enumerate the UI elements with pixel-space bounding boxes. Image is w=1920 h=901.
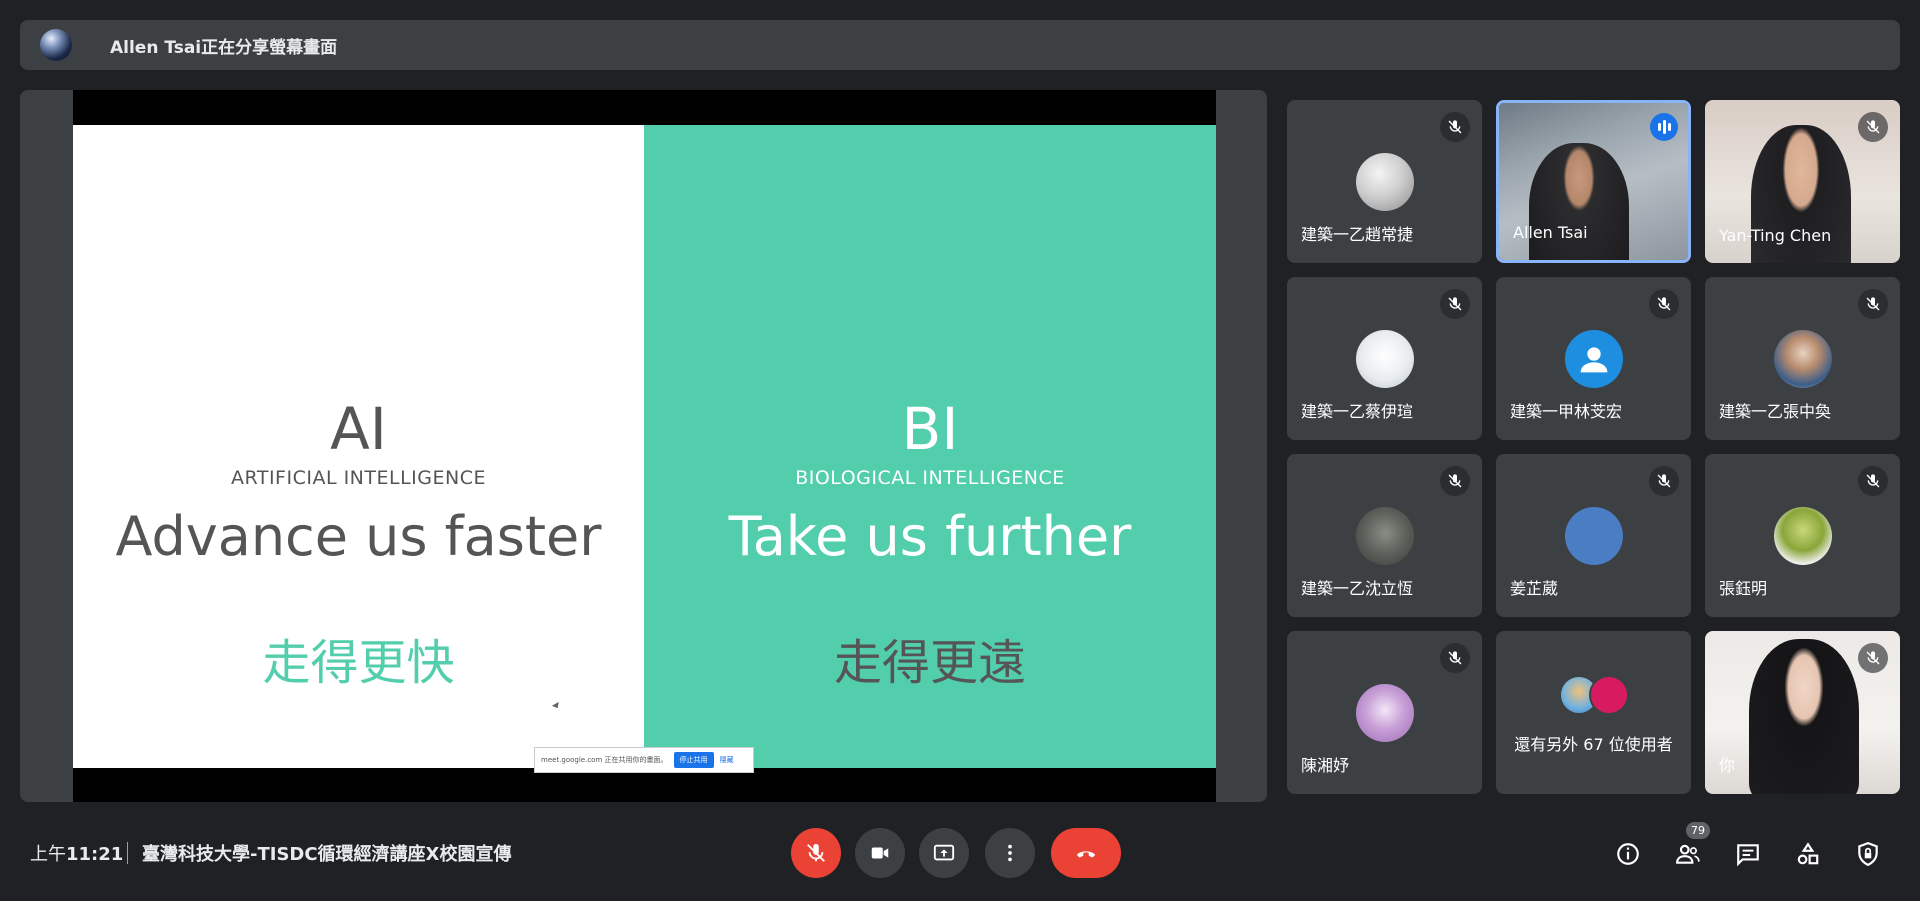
muted-mic-icon: [1858, 466, 1888, 496]
participant-name: 建築一乙張中奐: [1719, 402, 1832, 421]
camera-toggle-button[interactable]: [855, 828, 905, 878]
more-vert-icon: [1008, 844, 1012, 862]
people-button[interactable]: 79: [1666, 822, 1710, 876]
more-participants-tile[interactable]: 還有另外 67 位使用者: [1496, 631, 1691, 794]
participant-name: 建築一乙沈立恆: [1301, 579, 1414, 598]
participant-name: 你: [1719, 756, 1736, 775]
activities-icon: [1797, 842, 1819, 865]
muted-mic-icon: [1440, 643, 1470, 673]
ai-tagline: Advance us faster: [115, 505, 602, 568]
people-count-badge: 79: [1686, 822, 1710, 839]
participant-tile[interactable]: 建築一乙蔡伊瑄: [1287, 277, 1482, 440]
bi-subtitle: BIOLOGICAL INTELLIGENCE: [795, 467, 1065, 489]
people-icon: [1676, 844, 1700, 864]
meeting-details-button[interactable]: [1606, 832, 1650, 876]
slide-right-panel: BI BIOLOGICAL INTELLIGENCE Take us furth…: [644, 125, 1216, 768]
muted-mic-icon: [1858, 289, 1888, 319]
shield-lock-icon: [1858, 842, 1878, 867]
participant-name: 陳湘妤: [1301, 756, 1350, 775]
leave-call-button[interactable]: [1051, 828, 1121, 878]
chat-button[interactable]: [1726, 832, 1770, 876]
presenting-label: Allen Tsai正在分享螢幕畫面: [110, 37, 338, 58]
meeting-title: 臺灣科技大學-TISDC循環經濟講座X校園宣傳: [142, 844, 512, 865]
bi-tagline: Take us further: [728, 505, 1132, 568]
self-tile[interactable]: 你: [1705, 631, 1900, 794]
bottom-toolbar: 上午11:21 臺灣科技大學-TISDC循環經濟講座X校園宣傳 79: [0, 812, 1920, 901]
participant-avatar: [1355, 329, 1414, 388]
ai-title: AI: [330, 395, 387, 463]
mic-off-icon: [807, 843, 825, 862]
participant-avatar: [1355, 152, 1414, 211]
participant-tile[interactable]: 建築一乙張中奐: [1705, 277, 1900, 440]
participant-tile[interactable]: 建築一乙沈立恆: [1287, 454, 1482, 617]
participant-tile[interactable]: Yan-Ting Chen: [1705, 100, 1900, 263]
participant-name: 建築一乙趙常捷: [1301, 225, 1414, 244]
present-screen-button[interactable]: [919, 828, 969, 878]
participant-avatar: [1355, 506, 1414, 565]
more-options-button[interactable]: [985, 828, 1035, 878]
participant-avatar: [1564, 506, 1623, 565]
participant-tile[interactable]: 姜芷葳: [1496, 454, 1691, 617]
participant-name: 建築一乙蔡伊瑄: [1301, 402, 1414, 421]
chat-icon: [1737, 844, 1759, 867]
participant-name: 建築一甲林芠宏: [1510, 402, 1623, 421]
participant-avatar: [1355, 683, 1414, 742]
muted-mic-icon: [1440, 466, 1470, 496]
participant-avatar: [1773, 329, 1832, 388]
muted-mic-icon: [1649, 289, 1679, 319]
more-participants-avatars: [1558, 675, 1629, 715]
slide-left-panel: AI ARTIFICIAL INTELLIGENCE Advance us fa…: [73, 125, 644, 768]
microphone-toggle-button[interactable]: [791, 828, 841, 878]
participant-name: 張鈺明: [1719, 579, 1768, 598]
activities-button[interactable]: [1786, 832, 1830, 876]
share-notice-text: meet.google.com 正在共用你的畫面。: [541, 756, 668, 764]
more-participants-label: 還有另外 67 位使用者: [1514, 735, 1673, 754]
participant-tile[interactable]: 建築一乙趙常捷: [1287, 100, 1482, 263]
participant-name: Yan-Ting Chen: [1719, 226, 1832, 245]
muted-mic-icon: [1858, 112, 1888, 142]
muted-mic-icon: [1440, 112, 1470, 142]
stop-sharing-button[interactable]: 停止共用: [673, 752, 714, 768]
ai-chinese: 走得更快: [262, 635, 455, 691]
shared-screen[interactable]: AI ARTIFICIAL INTELLIGENCE Advance us fa…: [20, 90, 1267, 802]
participant-tile[interactable]: 張鈺明: [1705, 454, 1900, 617]
divider: [127, 842, 128, 864]
presentation-slide: AI ARTIFICIAL INTELLIGENCE Advance us fa…: [73, 90, 1216, 802]
bi-title: BI: [901, 395, 959, 463]
screen-share-notice: meet.google.com 正在共用你的畫面。 停止共用 隱藏: [534, 747, 754, 773]
meeting-clock: 上午11:21: [30, 844, 124, 865]
presenter-avatar: [40, 29, 72, 61]
presentation-banner: Allen Tsai正在分享螢幕畫面: [20, 20, 1900, 70]
muted-mic-icon: [1440, 289, 1470, 319]
participant-tile[interactable]: 建築一甲林芠宏: [1496, 277, 1691, 440]
muted-mic-icon: [1858, 643, 1888, 673]
bi-chinese: 走得更遠: [833, 635, 1026, 691]
participant-tile-speaking[interactable]: Allen Tsai: [1496, 100, 1691, 263]
participant-avatar: [1773, 506, 1832, 565]
hide-notice-button[interactable]: 隱藏: [720, 755, 734, 765]
speaking-indicator-icon: [1650, 113, 1678, 141]
muted-mic-icon: [1649, 466, 1679, 496]
camera-icon: [871, 847, 889, 859]
ai-subtitle: ARTIFICIAL INTELLIGENCE: [231, 467, 486, 489]
default-user-avatar-icon: [1564, 329, 1623, 388]
participant-tile[interactable]: 陳湘妤: [1287, 631, 1482, 794]
info-icon: [1617, 843, 1639, 865]
participant-name: Allen Tsai: [1513, 223, 1588, 242]
participant-name: 姜芷葳: [1510, 579, 1559, 598]
host-controls-button[interactable]: [1846, 832, 1890, 876]
hang-up-icon: [1076, 851, 1096, 858]
present-icon: [933, 844, 955, 861]
